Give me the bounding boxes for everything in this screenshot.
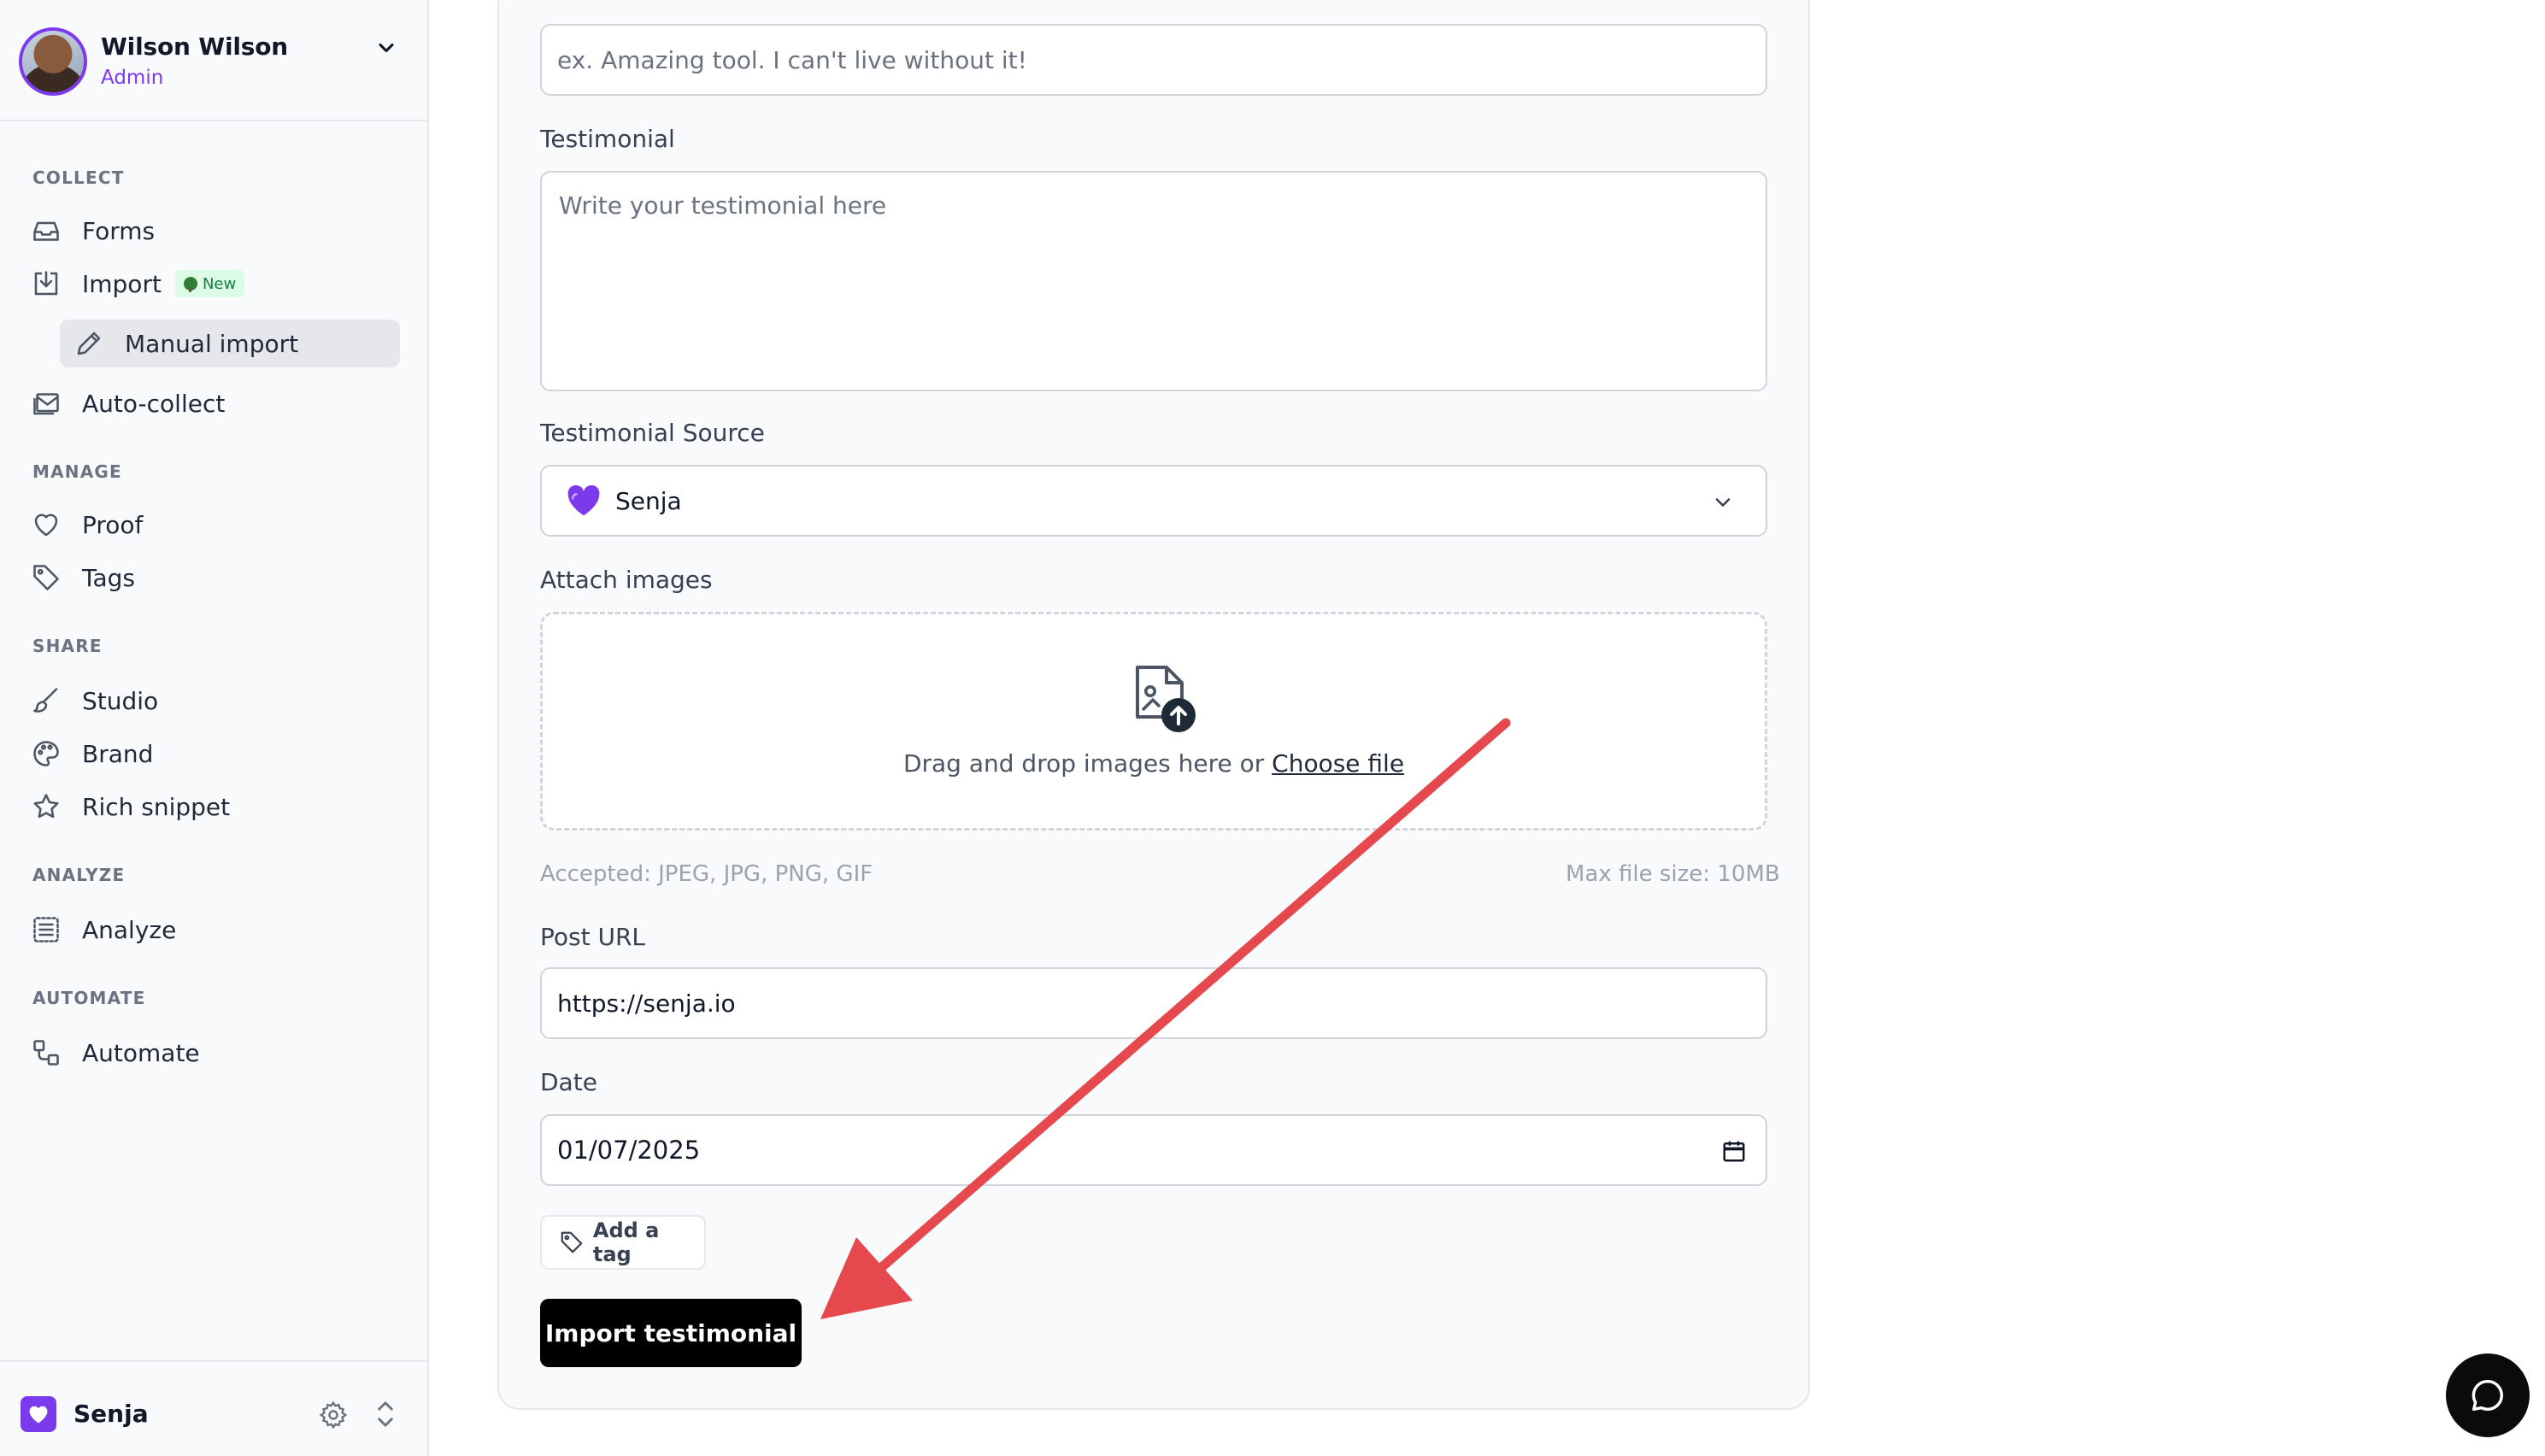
import-testimonial-button[interactable]: Import testimonial xyxy=(540,1299,802,1367)
choose-file-link[interactable]: Choose file xyxy=(1272,749,1404,778)
sidebar-item-label: Auto-collect xyxy=(82,389,226,418)
sidebar-item-forms[interactable]: Forms xyxy=(31,207,400,255)
sidebar-item-brand[interactable]: Brand xyxy=(31,730,400,778)
post-url-label: Post URL xyxy=(540,923,646,951)
sidebar-item-tags[interactable]: Tags xyxy=(31,554,400,602)
testimonial-source-label: Testimonial Source xyxy=(540,419,765,447)
brush-icon xyxy=(33,688,58,713)
sidebar-item-label: Analyze xyxy=(82,915,177,944)
section-title-analyze: ANALYZE xyxy=(32,865,126,885)
image-dropzone[interactable]: Drag and drop images here or Choose file xyxy=(540,612,1767,831)
source-value: Senja xyxy=(615,486,682,515)
senja-logo xyxy=(21,1396,56,1432)
section-title-manage: MANAGE xyxy=(32,461,122,482)
sidebar-item-label: Studio xyxy=(82,686,159,715)
sidebar-item-proof[interactable]: Proof xyxy=(31,501,400,549)
section-title-automate: AUTOMATE xyxy=(32,988,146,1008)
file-upload-icon xyxy=(1136,666,1196,732)
sidebar-item-label: Manual import xyxy=(125,329,299,358)
sidebar-item-analyze[interactable]: Analyze xyxy=(31,906,400,954)
date-label: Date xyxy=(540,1068,597,1096)
workspace-name: Senja xyxy=(73,1400,149,1428)
tree-icon xyxy=(183,277,197,292)
sidebar-item-import[interactable]: Import New xyxy=(31,260,400,308)
user-name: Wilson Wilson xyxy=(101,32,288,61)
section-title-collect: COLLECT xyxy=(32,167,125,188)
sidebar-item-label: Forms xyxy=(82,216,156,245)
gear-icon[interactable] xyxy=(318,1400,349,1430)
sidebar-item-rich-snippet[interactable]: Rich snippet xyxy=(31,783,400,831)
user-menu[interactable]: Wilson Wilson Admin xyxy=(0,0,427,121)
sidebar: Wilson Wilson Admin COLLECT Forms Import… xyxy=(0,0,429,1456)
post-url-input[interactable] xyxy=(540,967,1767,1039)
list-report-icon xyxy=(33,917,59,942)
mail-stack-icon xyxy=(33,393,59,415)
workflow-icon xyxy=(33,1040,59,1066)
attach-images-label: Attach images xyxy=(540,566,713,594)
new-badge: New xyxy=(174,270,245,297)
add-tag-label: Add a tag xyxy=(592,1218,660,1266)
sidebar-item-label: Tags xyxy=(82,563,135,592)
dropzone-instruction: Drag and drop images here or xyxy=(902,749,1272,778)
chat-icon xyxy=(2472,1379,2504,1412)
user-role: Admin xyxy=(101,67,164,89)
chevron-down-icon[interactable] xyxy=(374,36,398,60)
sidebar-item-label: Proof xyxy=(82,510,144,539)
sidebar-item-studio[interactable]: Studio xyxy=(31,677,400,725)
testimonial-textarea[interactable] xyxy=(540,171,1767,391)
sidebar-item-automate[interactable]: Automate xyxy=(31,1029,400,1077)
avatar xyxy=(19,27,87,96)
workspace-switcher[interactable]: Senja xyxy=(0,1360,427,1456)
date-value: 01/07/2025 xyxy=(557,1136,701,1165)
senja-heart-icon xyxy=(567,484,600,516)
chevron-down-icon xyxy=(1715,498,1731,507)
chevron-up-down-icon[interactable] xyxy=(373,1398,398,1430)
add-tag-button[interactable]: Add a tag xyxy=(540,1215,706,1270)
testimonial-title-input[interactable] xyxy=(540,24,1767,96)
chat-launcher-button[interactable] xyxy=(2446,1353,2530,1437)
max-file-size-hint: Max file size: 10MB xyxy=(1566,861,1780,887)
calendar-icon[interactable] xyxy=(1721,1138,1747,1164)
tag-icon xyxy=(561,1231,583,1253)
dropzone-text: Drag and drop images here or Choose file xyxy=(543,749,1765,778)
testimonial-label: Testimonial xyxy=(540,125,675,153)
palette-icon xyxy=(33,741,59,766)
sidebar-item-label: Rich snippet xyxy=(82,792,231,821)
date-input[interactable]: 01/07/2025 xyxy=(540,1114,1767,1186)
sidebar-item-label: Brand xyxy=(82,739,154,768)
sidebar-item-label: Automate xyxy=(82,1038,200,1067)
testimonial-source-select[interactable]: Senja xyxy=(540,465,1767,537)
tag-icon xyxy=(33,565,59,590)
download-icon xyxy=(34,271,58,296)
accepted-formats-hint: Accepted: JPEG, JPG, PNG, GIF xyxy=(540,861,873,887)
heart-icon xyxy=(34,514,58,537)
sidebar-item-label: Import xyxy=(82,269,162,298)
sidebar-item-manual-import[interactable]: Manual import xyxy=(60,320,400,367)
pencil-icon xyxy=(77,332,101,355)
new-badge-label: New xyxy=(202,274,237,293)
inbox-icon xyxy=(33,221,59,241)
sidebar-item-auto-collect[interactable]: Auto-collect xyxy=(31,379,400,427)
section-title-share: SHARE xyxy=(32,636,103,656)
star-icon xyxy=(33,794,59,819)
